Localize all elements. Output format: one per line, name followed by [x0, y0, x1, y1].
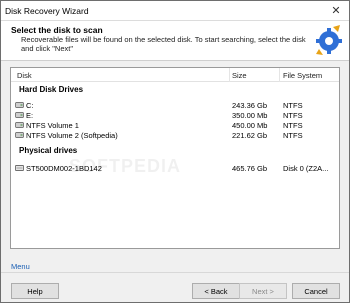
menu-link[interactable]: Menu [11, 262, 30, 271]
disk-file-system: NTFS [283, 101, 303, 110]
group-title: Hard Disk Drives [19, 85, 84, 94]
disk-size: 450.00 Mb [232, 121, 268, 130]
disk-row[interactable]: NTFS Volume 1 450.00 Mb NTFS [11, 120, 339, 130]
disk-file-system: NTFS [283, 131, 303, 140]
disk-name: NTFS Volume 1 [26, 121, 79, 130]
wizard-footer: Help < Back Next > Cancel [1, 272, 349, 302]
disk-name: NTFS Volume 2 (Softpedia) [26, 131, 118, 140]
disk-list-header: Disk Size File System [11, 68, 339, 82]
column-separator[interactable] [229, 68, 230, 82]
group-title: Physical drives [19, 146, 78, 155]
column-header-disk[interactable]: Disk [17, 71, 32, 80]
disk-row[interactable]: C: 243.36 Gb NTFS [11, 100, 339, 110]
disk-size: 350.00 Mb [232, 111, 268, 120]
help-button[interactable]: Help [11, 283, 59, 299]
column-separator[interactable] [279, 68, 280, 82]
hard-drive-icon [15, 102, 24, 108]
title-bar[interactable]: Disk Recovery Wizard ✕ [1, 1, 349, 21]
disk-recovery-wizard-window: Disk Recovery Wizard ✕ Select the disk t… [0, 0, 350, 303]
back-button[interactable]: < Back [192, 283, 240, 299]
disk-name: E: [26, 111, 34, 120]
next-button[interactable]: Next > [239, 283, 287, 299]
disk-size: 465.76 Gb [232, 164, 268, 173]
page-title: Select the disk to scan [11, 25, 103, 35]
hard-drive-icon [15, 132, 24, 138]
page-description: Recoverable files will be found on the s… [21, 35, 306, 53]
disk-name: ST500DM002-1BD142 [26, 164, 102, 173]
column-header-file-system[interactable]: File System [283, 71, 322, 80]
disk-size: 243.36 Gb [232, 101, 268, 110]
hard-drive-icon [15, 112, 24, 118]
disk-file-system: NTFS [283, 121, 303, 130]
close-icon[interactable]: ✕ [325, 3, 347, 18]
wizard-header: Select the disk to scan Recoverable file… [1, 21, 349, 61]
disk-size: 221.62 Gb [232, 131, 268, 140]
gear-logo-icon [316, 25, 342, 55]
disk-row[interactable]: NTFS Volume 2 (Softpedia) 221.62 Gb NTFS [11, 130, 339, 140]
column-header-size[interactable]: Size [232, 71, 247, 80]
window-title: Disk Recovery Wizard [5, 6, 89, 16]
disk-row[interactable]: E: 350.00 Mb NTFS [11, 110, 339, 120]
disk-file-system: NTFS [283, 111, 303, 120]
disk-name: C: [26, 101, 34, 110]
physical-drive-icon [15, 165, 24, 171]
disk-list[interactable]: Disk Size File System SOFTPEDIA Hard Dis… [10, 67, 340, 249]
hard-drive-icon [15, 122, 24, 128]
disk-row[interactable]: ST500DM002-1BD142 465.76 Gb Disk 0 (Z2A.… [11, 163, 339, 173]
cancel-button[interactable]: Cancel [292, 283, 340, 299]
disk-file-system: Disk 0 (Z2A... [283, 164, 329, 173]
